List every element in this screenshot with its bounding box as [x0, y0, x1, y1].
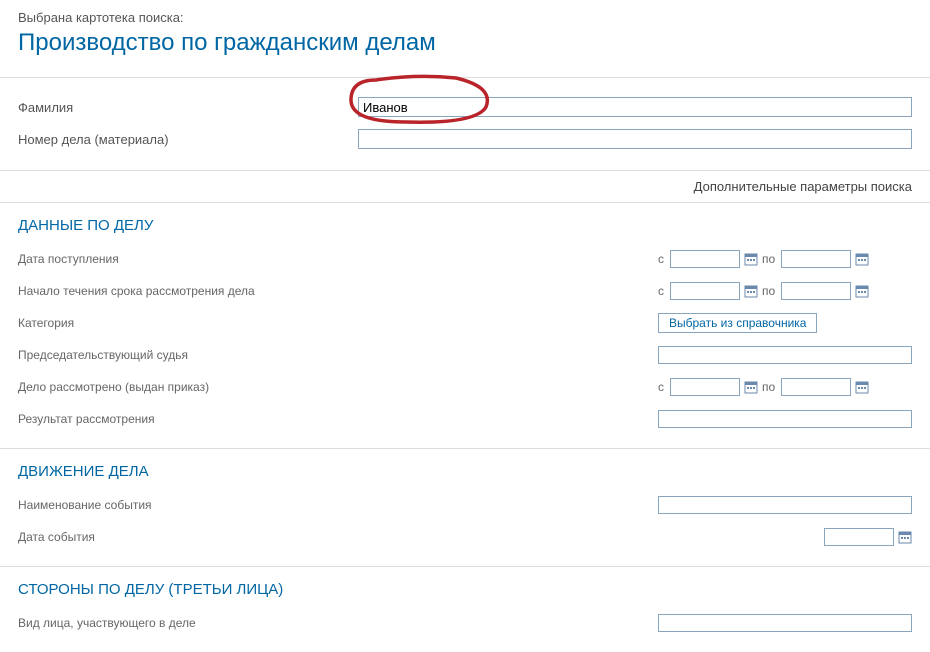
case-number-input[interactable] [358, 129, 912, 149]
review-start-label: Начало течения срока рассмотрения дела [18, 284, 658, 298]
judge-row: Председательствующий судья [18, 344, 912, 366]
page-title: Производство по гражданским делам [18, 29, 912, 57]
event-name-row: Наименование события [18, 494, 912, 516]
category-ref-button[interactable]: Выбрать из справочника [658, 313, 817, 333]
reviewed-from-input[interactable] [670, 378, 740, 396]
section-title-case-data: ДАННЫЕ ПО ДЕЛУ [18, 217, 912, 234]
event-name-input[interactable] [658, 496, 912, 514]
header-label: Выбрана картотека поиска: [18, 10, 912, 25]
from-label: с [658, 252, 664, 266]
case-number-label: Номер дела (материала) [18, 132, 358, 147]
receipt-date-row: Дата поступления с по [18, 248, 912, 270]
review-start-to-input[interactable] [781, 282, 851, 300]
party-type-input[interactable] [658, 614, 912, 632]
result-row: Результат рассмотрения [18, 408, 912, 430]
party-type-label: Вид лица, участвующего в деле [18, 616, 658, 630]
receipt-date-from-input[interactable] [670, 250, 740, 268]
from-label: с [658, 380, 664, 394]
from-label: с [658, 284, 664, 298]
receipt-date-label: Дата поступления [18, 252, 658, 266]
reviewed-to-input[interactable] [781, 378, 851, 396]
reviewed-row: Дело рассмотрено (выдан приказ) с по [18, 376, 912, 398]
calendar-icon[interactable] [898, 530, 912, 544]
calendar-icon[interactable] [855, 380, 869, 394]
event-date-row: Дата события [18, 526, 912, 548]
calendar-icon[interactable] [744, 284, 758, 298]
category-label: Категория [18, 316, 658, 330]
additional-params-label: Дополнительные параметры поиска [0, 171, 930, 203]
section-case-data: ДАННЫЕ ПО ДЕЛУ Дата поступления с по Нач… [0, 203, 930, 449]
to-label: по [762, 284, 775, 298]
result-label: Результат рассмотрения [18, 412, 658, 426]
receipt-date-to-input[interactable] [781, 250, 851, 268]
surname-input[interactable] [358, 97, 912, 117]
calendar-icon[interactable] [744, 252, 758, 266]
party-type-row: Вид лица, участвующего в деле [18, 612, 912, 634]
judge-label: Председательствующий судья [18, 348, 658, 362]
event-name-label: Наименование события [18, 498, 658, 512]
review-start-row: Начало течения срока рассмотрения дела с… [18, 280, 912, 302]
case-number-row: Номер дела (материала) [18, 128, 912, 150]
surname-label: Фамилия [18, 100, 358, 115]
to-label: по [762, 252, 775, 266]
event-date-input[interactable] [824, 528, 894, 546]
surname-row: Фамилия [18, 96, 912, 118]
event-date-label: Дата события [18, 530, 658, 544]
calendar-icon[interactable] [855, 284, 869, 298]
judge-input[interactable] [658, 346, 912, 364]
section-movement: ДВИЖЕНИЕ ДЕЛА Наименование события Дата … [0, 449, 930, 567]
category-row: Категория Выбрать из справочника [18, 312, 912, 334]
section-title-parties: СТОРОНЫ ПО ДЕЛУ (ТРЕТЬИ ЛИЦА) [18, 581, 912, 598]
result-input[interactable] [658, 410, 912, 428]
calendar-icon[interactable] [855, 252, 869, 266]
to-label: по [762, 380, 775, 394]
section-title-movement: ДВИЖЕНИЕ ДЕЛА [18, 463, 912, 480]
reviewed-label: Дело рассмотрено (выдан приказ) [18, 380, 658, 394]
calendar-icon[interactable] [744, 380, 758, 394]
review-start-from-input[interactable] [670, 282, 740, 300]
section-parties: СТОРОНЫ ПО ДЕЛУ (ТРЕТЬИ ЛИЦА) Вид лица, … [0, 567, 930, 652]
